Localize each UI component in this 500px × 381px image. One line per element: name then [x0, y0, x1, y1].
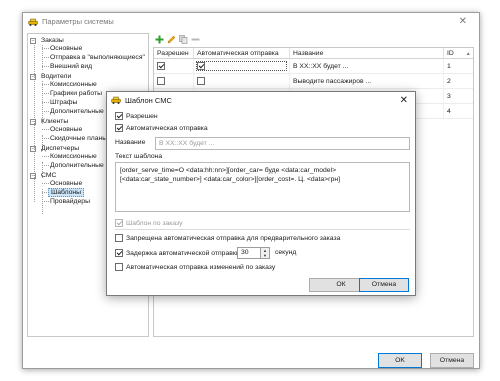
close-icon[interactable]: ✕	[400, 95, 408, 106]
auto-changes-checkbox[interactable]	[115, 263, 123, 271]
tree-item-drivers-fines[interactable]: Штрафы	[48, 98, 79, 107]
template-id-cell: 3	[447, 93, 451, 100]
close-icon[interactable]: ✕	[459, 16, 467, 27]
auto-send-row[interactable]: Автоматическая отправка	[115, 124, 208, 132]
column-id[interactable]: ID ▲	[444, 48, 473, 58]
tree-item-drivers-extra[interactable]: Дополнительные	[48, 107, 106, 116]
sms-template-dialog: Шаблон СМС ✕ Разрешен Автоматическая отп…	[106, 91, 416, 296]
window-title-bar: Параметры системы ✕	[23, 13, 479, 30]
tree-item-orders-appearance[interactable]: Внешний вид	[48, 62, 94, 71]
enabled-label: Разрешен	[126, 112, 158, 120]
delay-label: Задержка автоматической отправки	[126, 249, 240, 257]
template-id-cell: 4	[447, 108, 451, 115]
auto-changes-label: Автоматическая отправка изменений по зак…	[126, 263, 276, 271]
delay-unit: секунд	[275, 249, 297, 256]
template-text-label: Текст шаблона	[115, 153, 163, 160]
tree-item-orders-send[interactable]: Отправка в "выполняющиеся"	[48, 53, 147, 62]
template-id-cell: 1	[447, 63, 451, 70]
tree-item-orders-main[interactable]: Основные	[48, 44, 84, 53]
delete-icon[interactable]	[191, 35, 200, 44]
divider	[115, 229, 410, 230]
template-name-cell: Выводите пассажиров ...	[290, 74, 444, 88]
window-title: Параметры системы	[42, 17, 114, 26]
enabled-checkbox[interactable]	[115, 112, 123, 120]
tree-item-drivers-commission[interactable]: Комиссионные	[48, 80, 99, 89]
tree-item-clients-discounts[interactable]: Скидочные планы	[48, 134, 109, 143]
column-enabled[interactable]: Разрешен	[154, 48, 194, 58]
delay-spinner[interactable]: ▲ ▼	[261, 247, 270, 259]
cancel-button[interactable]: Отмена	[430, 353, 474, 368]
table-row[interactable]: В XX::XX будет ... 1	[154, 59, 473, 74]
name-field[interactable]: В XX::XX будет ...	[155, 137, 410, 150]
edit-icon[interactable]	[167, 35, 176, 44]
enabled-row[interactable]: Разрешен	[115, 112, 158, 120]
collapse-icon[interactable]: −	[30, 38, 36, 44]
auto-send-label: Автоматическая отправка	[126, 124, 208, 132]
dialog-title: Шаблон СМС	[125, 95, 172, 105]
copy-icon[interactable]	[179, 35, 188, 44]
enabled-checkbox[interactable]	[157, 62, 165, 71]
tree-item-dispatchers-extra[interactable]: Дополнительные	[48, 161, 106, 170]
column-name[interactable]: Название	[290, 48, 444, 58]
ok-button[interactable]: OK	[378, 353, 422, 368]
forbid-preorder-row[interactable]: Запрещена автоматическая отправка для пр…	[115, 234, 340, 242]
dialog-cancel-button[interactable]: Отмена	[359, 278, 409, 292]
grid-header: Разрешен Автоматическая отправка Названи…	[154, 48, 473, 59]
delay-checkbox[interactable]	[115, 249, 123, 257]
on-order-label: Шаблон по заказу	[126, 219, 183, 227]
delay-seconds-input[interactable]: 30	[237, 247, 261, 259]
delay-row[interactable]: Задержка автоматической отправки	[115, 249, 240, 257]
templates-toolbar	[153, 33, 474, 46]
collapse-icon[interactable]: −	[30, 119, 36, 125]
on-order-row: Шаблон по заказу	[115, 219, 183, 227]
tree-item-sms-main[interactable]: Основные	[48, 179, 84, 188]
auto-send-checkbox[interactable]	[197, 77, 205, 86]
forbid-preorder-checkbox[interactable]	[115, 234, 123, 242]
enabled-checkbox[interactable]	[157, 77, 165, 86]
collapse-icon[interactable]: −	[30, 146, 36, 152]
spin-down-icon[interactable]: ▼	[261, 253, 269, 258]
add-icon[interactable]	[155, 35, 164, 44]
auto-send-checkbox[interactable]	[197, 62, 205, 71]
tree-item-drivers-schedules[interactable]: Графики работы	[48, 89, 104, 98]
name-label: Название	[115, 139, 146, 146]
auto-changes-row[interactable]: Автоматическая отправка изменений по зак…	[115, 263, 275, 271]
taxi-car-icon	[28, 18, 38, 26]
auto-send-checkbox[interactable]	[115, 124, 123, 132]
collapse-icon[interactable]: −	[30, 74, 36, 80]
taxi-car-icon	[111, 96, 121, 104]
template-name-cell: В XX::XX будет ...	[290, 59, 444, 73]
tree-item-sms-providers[interactable]: Провайдеры	[48, 197, 92, 206]
template-text-area[interactable]: [order_serve_time=О <data:hh:nn>][order_…	[115, 162, 410, 212]
dialog-title-bar: Шаблон СМС ✕	[107, 92, 415, 108]
tree-item-sms-templates[interactable]: Шаблоны	[48, 188, 85, 197]
collapse-icon[interactable]: −	[30, 173, 36, 179]
sort-ascending-icon: ▲	[465, 51, 471, 57]
tree-item-clients-main[interactable]: Основные	[48, 125, 84, 134]
template-id-cell: 2	[447, 78, 451, 85]
column-auto-send[interactable]: Автоматическая отправка	[194, 48, 290, 58]
tree-item-dispatchers-commission[interactable]: Комиссионные	[48, 152, 99, 161]
table-row[interactable]: Выводите пассажиров ... 2	[154, 74, 473, 89]
forbid-preorder-label: Запрещена автоматическая отправка для пр…	[126, 234, 341, 242]
on-order-checkbox	[115, 219, 123, 227]
